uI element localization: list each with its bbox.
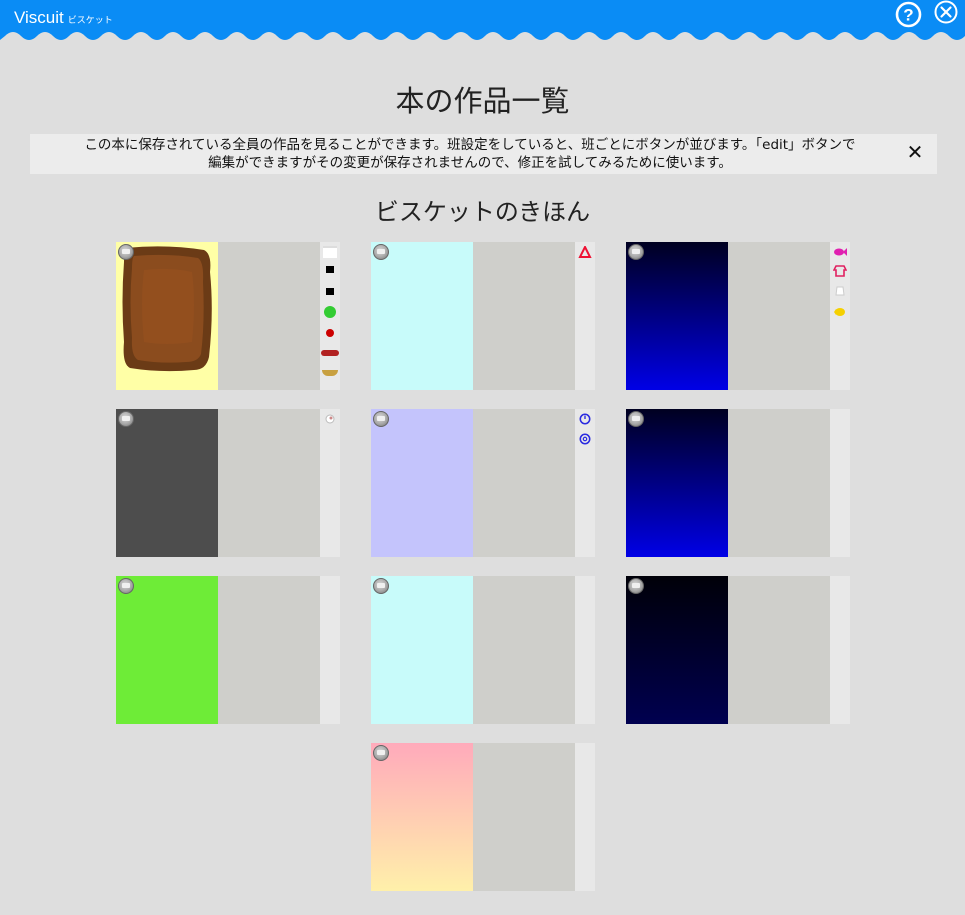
work-rules-area (218, 576, 320, 724)
help-button[interactable]: ? (895, 1, 922, 28)
edit-toggle-icon[interactable] (628, 411, 644, 427)
edit-toggle-icon[interactable] (373, 411, 389, 427)
work-card-6[interactable] (626, 409, 850, 557)
work-palette (575, 576, 595, 724)
work-card-3[interactable] (626, 242, 850, 390)
notice-line-2: 編集ができますがその変更が保存されませんので、修正を試してみるために使います。 (208, 155, 732, 171)
work-card-7[interactable] (116, 576, 340, 724)
edit-toggle-icon[interactable] (118, 578, 134, 594)
work-stage (371, 576, 473, 724)
work-rules-area (218, 409, 320, 557)
work-stage (371, 743, 473, 891)
edit-toggle-icon[interactable] (373, 244, 389, 260)
work-palette (575, 409, 595, 557)
work-stage (626, 576, 728, 724)
yellow-fish-icon (834, 308, 845, 316)
work-stage (626, 409, 728, 557)
svg-text:?: ? (903, 6, 913, 25)
tiny-figure-icon (325, 414, 335, 424)
work-card-4[interactable] (116, 409, 340, 557)
work-card-10[interactable] (371, 743, 595, 891)
red-oval-icon (321, 350, 339, 356)
work-rules-area (728, 576, 830, 724)
work-stage (116, 409, 218, 557)
edit-toggle-icon[interactable] (628, 244, 644, 260)
work-stage (116, 576, 218, 724)
work-palette (575, 242, 595, 390)
work-palette (575, 743, 595, 891)
work-rules-area (473, 576, 575, 724)
brown-box-drawing (122, 246, 212, 372)
work-rules-area (728, 409, 830, 557)
work-palette (830, 242, 850, 390)
work-card-8[interactable] (371, 576, 595, 724)
pink-shirt-icon (833, 265, 847, 277)
work-card-1[interactable] (116, 242, 340, 390)
red-triangle-icon (578, 246, 592, 258)
notice-box: この本に保存されている全員の作品を見ることができます。班設定をしていると、班ごと… (30, 134, 937, 174)
blue-spiral-2-icon (579, 433, 591, 445)
work-stage (626, 242, 728, 390)
edit-toggle-icon[interactable] (628, 578, 644, 594)
work-stage (371, 242, 473, 390)
work-card-9[interactable] (626, 576, 850, 724)
black-square-icon (326, 266, 334, 273)
bowl-icon (322, 370, 338, 376)
app-subtitle: ビスケット (67, 15, 113, 25)
edit-toggle-icon[interactable] (118, 244, 134, 260)
header-bar: Viscuit ビスケット ? (0, 0, 965, 46)
close-button[interactable] (933, 0, 959, 26)
page-title: 本の作品一覧 (395, 84, 570, 118)
work-card-2[interactable] (371, 242, 595, 390)
edit-toggle-icon[interactable] (373, 745, 389, 761)
app-title: Viscuit ビスケット (14, 8, 113, 28)
blue-spiral-icon (579, 413, 591, 425)
green-circle-icon (324, 306, 336, 318)
work-rules-area (728, 242, 830, 390)
work-palette (320, 576, 340, 724)
edit-toggle-icon[interactable] (373, 578, 389, 594)
app-name: Viscuit (14, 8, 64, 27)
work-rules-area (473, 409, 575, 557)
work-palette (830, 409, 850, 557)
notice-text: この本に保存されている全員の作品を見ることができます。班設定をしていると、班ごと… (30, 136, 910, 172)
work-palette (830, 576, 850, 724)
pink-fish-icon (834, 248, 847, 256)
header-wave (0, 0, 965, 40)
notice-line-1: この本に保存されている全員の作品を見ることができます。班設定をしていると、班ごと… (84, 137, 856, 153)
white-pot-icon (835, 286, 845, 296)
work-rules-area (473, 242, 575, 390)
work-palette (320, 409, 340, 557)
work-stage (116, 242, 218, 390)
work-rules-area (218, 242, 320, 390)
picture-icon (323, 246, 337, 258)
work-rules-area (473, 743, 575, 891)
notice-close-button[interactable]: ✕ (905, 142, 925, 162)
work-card-5[interactable] (371, 409, 595, 557)
work-palette (320, 242, 340, 390)
edit-toggle-icon[interactable] (118, 411, 134, 427)
section-title: ビスケットのきほん (374, 198, 591, 226)
black-small-icon (326, 288, 334, 295)
red-dot-icon (326, 329, 334, 337)
work-stage (371, 409, 473, 557)
